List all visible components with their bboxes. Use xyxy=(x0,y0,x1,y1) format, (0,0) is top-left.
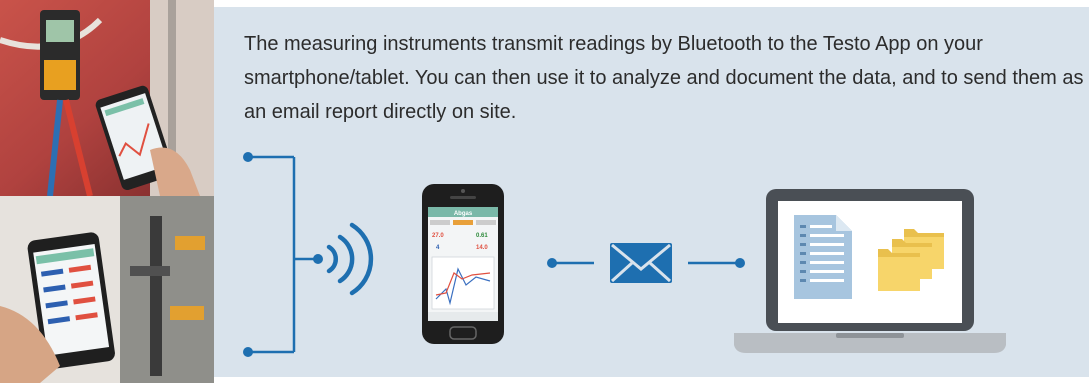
email-envelope-icon xyxy=(610,243,672,283)
phone-value-2: 0.61 xyxy=(476,233,488,239)
photo-refrigeration-technician xyxy=(0,0,214,196)
bluetooth-signal-icon xyxy=(326,222,374,296)
info-panel: The measuring instruments transmit readi… xyxy=(214,7,1089,377)
connector-dot-middle xyxy=(313,254,323,264)
document-icon xyxy=(794,215,852,299)
phone-value-3: 14.0 xyxy=(476,245,488,251)
photo-smartphone-in-hand xyxy=(0,196,214,383)
instrument-connector-lines xyxy=(248,155,318,354)
phone-value-1: 27.0 xyxy=(432,233,444,239)
smartphone-icon: Abgas 27.0 0.61 14.0 4 xyxy=(422,184,504,344)
connector-dot-bottom xyxy=(243,347,253,357)
connector-dot-top xyxy=(243,152,253,162)
connector-dot-laptop xyxy=(735,258,745,268)
phone-app-title: Abgas xyxy=(454,211,473,217)
connector-dot-phone xyxy=(547,258,557,268)
laptop-icon xyxy=(734,189,1006,353)
data-flow-diagram: Abgas 27.0 0.61 14.0 4 xyxy=(243,152,1006,357)
photo-column xyxy=(0,0,214,383)
